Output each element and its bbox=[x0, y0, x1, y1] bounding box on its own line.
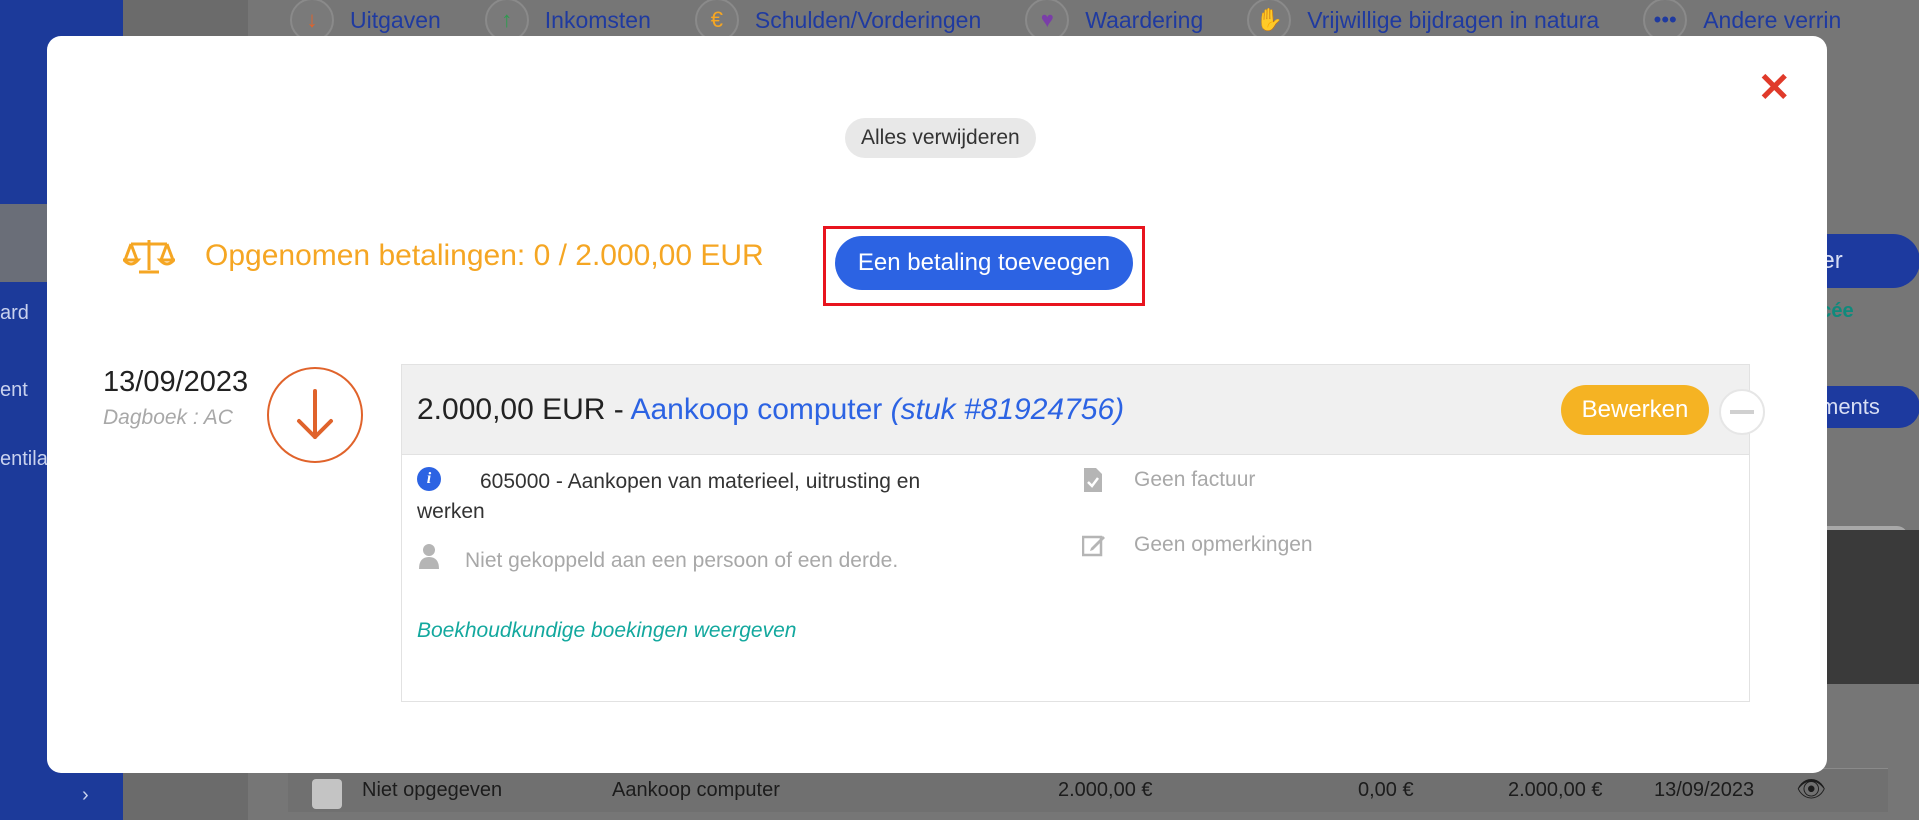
remove-payment-button[interactable] bbox=[1719, 389, 1765, 435]
transaction-type-nav: ↓ Uitgaven ↑ Inkomsten € Schulden/Vorder… bbox=[290, 0, 1885, 42]
row-description: Aankoop computer bbox=[612, 779, 780, 801]
payment-amount: 2.000,00 EUR - bbox=[417, 393, 631, 426]
nav-label: Inkomsten bbox=[544, 6, 651, 33]
nav-label: Vrijwillige bijdragen in natura bbox=[1307, 6, 1600, 33]
payment-title-link[interactable]: Aankoop computer bbox=[630, 393, 882, 426]
nav-label: Uitgaven bbox=[350, 6, 441, 33]
row-amount: 2.000,00 € bbox=[1058, 779, 1153, 801]
delete-all-button[interactable]: Alles verwijderen bbox=[845, 118, 1036, 158]
sidebar-item-label[interactable]: ent bbox=[0, 379, 28, 402]
payment-card-header: 2.000,00 EUR - Aankoop computer (stuk #8… bbox=[402, 365, 1765, 455]
add-payment-button[interactable]: Een betaling toeveogen bbox=[835, 236, 1133, 290]
payments-modal: ✕ Alles verwijderen Opgenomen betalingen… bbox=[47, 36, 1827, 773]
payments-summary-text: Opgenomen betalingen: 0 / 2.000,00 EUR bbox=[205, 239, 764, 272]
minus-icon bbox=[1730, 410, 1754, 414]
payment-date: 13/09/2023 bbox=[103, 366, 249, 398]
row-date: 13/09/2023 bbox=[1654, 779, 1755, 801]
edit-note-icon bbox=[1082, 535, 1105, 557]
highlight-box: Een betaling toeveogen bbox=[823, 226, 1145, 306]
nav-label: Waardering bbox=[1085, 6, 1204, 33]
payments-summary: Opgenomen betalingen: 0 / 2.000,00 EUR bbox=[123, 236, 764, 276]
row-status: Niet opgegeven bbox=[362, 779, 503, 801]
person-text: Niet gekoppeld aan een persoon of een de… bbox=[465, 549, 899, 572]
sidebar-item-label[interactable]: ard bbox=[0, 302, 29, 325]
payment-reference-link[interactable]: (stuk #81924756) bbox=[891, 393, 1125, 426]
nav-label: Andere verrin bbox=[1703, 6, 1842, 33]
invoice-text: Geen factuur bbox=[1134, 468, 1256, 491]
row-remaining: 2.000,00 € bbox=[1508, 779, 1603, 801]
eye-icon[interactable]: 👁 bbox=[1796, 775, 1826, 804]
arrow-down-icon bbox=[267, 367, 363, 463]
close-icon[interactable]: ✕ bbox=[1757, 68, 1791, 108]
payment-journal: Dagboek : AC bbox=[103, 406, 233, 429]
edit-button[interactable]: Bewerken bbox=[1561, 385, 1709, 435]
table-row[interactable]: Niet opgegeven Aankoop computer 2.000,00… bbox=[288, 768, 1888, 812]
bookings-link[interactable]: Boekhoudkundige boekingen weergeven bbox=[417, 619, 796, 643]
person-icon bbox=[419, 544, 439, 569]
payment-heading: 2.000,00 EUR - Aankoop computer (stuk #8… bbox=[417, 393, 1124, 427]
account-text: 605000 - Aankopen van materieel, uitrust… bbox=[417, 470, 921, 523]
invoice-status: Geen factuur bbox=[1082, 467, 1255, 493]
document-check-icon bbox=[1084, 468, 1102, 492]
remarks-status: Geen opmerkingen bbox=[1082, 533, 1313, 557]
sidebar-item-label[interactable]: entila bbox=[0, 448, 48, 471]
nav-label: Schulden/Vorderingen bbox=[754, 6, 982, 33]
payment-card: 2.000,00 EUR - Aankoop computer (stuk #8… bbox=[401, 364, 1765, 702]
row-paid: 0,00 € bbox=[1358, 779, 1414, 801]
remarks-text: Geen opmerkingen bbox=[1134, 533, 1313, 556]
sidebar-expand-icon[interactable]: › bbox=[82, 784, 89, 807]
scale-icon bbox=[123, 240, 175, 274]
row-checkbox[interactable] bbox=[312, 779, 342, 809]
